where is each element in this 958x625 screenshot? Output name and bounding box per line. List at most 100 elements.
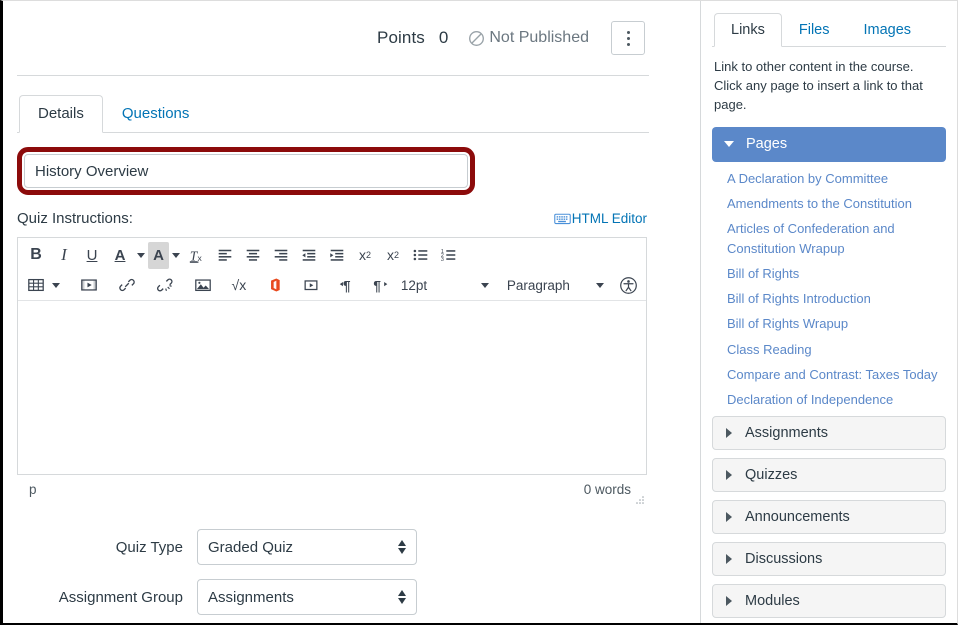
page-link[interactable]: Compare and Contrast: Taxes Today — [727, 365, 944, 385]
chevron-down-icon — [480, 282, 489, 288]
page-link[interactable]: Class Reading — [727, 340, 944, 360]
accordion-label: Assignments — [745, 424, 829, 441]
sidebar-accordion: Assignments Quizzes Announcements Discus… — [712, 415, 946, 625]
text-color-caret-icon[interactable] — [134, 242, 148, 269]
superscript-icon[interactable]: x2 — [351, 242, 379, 269]
clear-formatting-icon[interactable]: Tx — [183, 242, 211, 269]
quiz-title-input[interactable] — [24, 154, 468, 188]
quiz-edit-page: Points 0 Not Published Details Questions — [0, 0, 958, 625]
page-link[interactable]: Bill of Rights Wrapup — [727, 314, 944, 334]
tab-questions[interactable]: Questions — [103, 95, 209, 133]
highlight-color-icon[interactable]: A — [148, 241, 169, 269]
link-icon[interactable] — [113, 272, 141, 299]
assignment-group-label: Assignment Group — [58, 588, 183, 606]
quiz-type-select[interactable]: Graded Quiz — [197, 529, 417, 565]
page-link[interactable]: Amendments to the Constitution — [727, 194, 944, 214]
form-row-assignment-group: Assignment Group Assignments — [17, 579, 649, 615]
sidebar-tab-links[interactable]: Links — [714, 13, 782, 47]
kebab-dot — [626, 36, 630, 40]
kebab-dot — [626, 30, 630, 34]
chevron-right-icon — [726, 553, 732, 564]
quiz-settings-form: Quiz Type Graded Quiz Assignment Group A… — [17, 529, 649, 615]
publish-status: Not Published — [468, 29, 589, 47]
quiz-instructions-row: Quiz Instructions: HTML Editor — [17, 207, 649, 229]
bold-icon[interactable]: B — [22, 242, 50, 269]
keyboard-icon — [553, 212, 571, 225]
page-link[interactable]: Declaration of Independence — [727, 390, 944, 410]
media-icon[interactable] — [75, 272, 103, 299]
quiz-instructions-label: Quiz Instructions: — [17, 209, 133, 227]
page-link[interactable]: Bill of Rights — [727, 264, 944, 284]
editor-element-path: p — [29, 481, 37, 497]
accessibility-checker-icon[interactable] — [614, 272, 642, 299]
accordion-item-modules[interactable]: Modules — [712, 583, 946, 618]
accordion-label: Modules — [745, 592, 800, 609]
accordion-label: Discussions — [745, 550, 823, 567]
accordion-label: Quizzes — [745, 466, 798, 483]
accordion-item-announcements[interactable]: Announcements — [712, 499, 946, 534]
points-label: Points — [377, 28, 425, 47]
svg-text:¶: ¶ — [343, 278, 351, 293]
accordion-item-quizzes[interactable]: Quizzes — [712, 457, 946, 492]
html-editor-label: HTML Editor — [571, 210, 647, 226]
image-icon[interactable] — [189, 272, 217, 299]
page-link[interactable]: Bill of Rights Introduction — [727, 289, 944, 309]
align-center-icon[interactable] — [239, 242, 267, 269]
publish-status-label: Not Published — [489, 29, 589, 46]
ltr-direction-icon[interactable]: ¶ — [333, 272, 361, 299]
embed-video-icon[interactable] — [297, 272, 325, 299]
accordion-label: Announcements — [745, 508, 850, 525]
pages-group-label: Pages — [746, 136, 788, 153]
resize-grip-icon[interactable] — [634, 494, 645, 505]
pages-group-header[interactable]: Pages — [712, 126, 946, 162]
svg-text:3: 3 — [441, 257, 444, 263]
chevron-down-icon — [596, 282, 604, 288]
text-color-icon[interactable]: A — [106, 242, 134, 269]
font-size-value: 12pt — [400, 277, 428, 293]
editor-status-bar: p 0 words — [17, 475, 647, 505]
sidebar-description: Link to other content in the course. Cli… — [714, 59, 923, 112]
tab-details[interactable]: Details — [19, 95, 103, 133]
font-size-select[interactable]: 12pt — [395, 272, 495, 299]
underline-icon[interactable]: U — [78, 242, 106, 269]
quiz-type-value: Graded Quiz — [208, 538, 294, 556]
content-links-sidebar: Links Files Images Link to other content… — [700, 1, 957, 623]
page-link[interactable]: A Declaration by Committee — [727, 169, 944, 189]
chevron-down-icon — [724, 141, 734, 148]
highlight-color-caret-icon[interactable] — [169, 242, 183, 269]
table-icon[interactable] — [22, 272, 50, 299]
accordion-item-discussions[interactable]: Discussions — [712, 541, 946, 576]
chevron-right-icon — [726, 427, 732, 438]
spinner-arrows-icon — [398, 540, 406, 554]
unlink-icon[interactable] — [151, 272, 179, 299]
sidebar-tab-images[interactable]: Images — [846, 13, 928, 47]
kebab-dot — [626, 42, 630, 46]
main-content-column: Points 0 Not Published Details Questions — [3, 1, 663, 623]
sidebar-tab-files[interactable]: Files — [782, 13, 847, 47]
math-equation-icon[interactable]: √x — [225, 272, 253, 299]
assignment-group-select[interactable]: Assignments — [197, 579, 417, 615]
subscript-icon[interactable]: x2 — [379, 242, 407, 269]
paragraph-format-select[interactable]: Paragraph — [501, 272, 610, 299]
align-left-icon[interactable] — [211, 242, 239, 269]
office365-icon[interactable] — [261, 272, 289, 299]
indent-icon[interactable] — [323, 242, 351, 269]
editor-toolbar-row-2: √x ¶ ¶ 12pt Paragraph — [18, 270, 646, 300]
title-field-highlight — [17, 147, 475, 195]
kebab-menu-icon[interactable] — [611, 21, 645, 55]
editor-content-area[interactable] — [18, 300, 646, 474]
chevron-right-icon — [726, 595, 732, 606]
align-right-icon[interactable] — [267, 242, 295, 269]
quiz-header-bar: Points 0 Not Published — [17, 1, 649, 75]
numbered-list-icon[interactable]: 123 — [435, 242, 463, 269]
bulleted-list-icon[interactable] — [407, 242, 435, 269]
page-link[interactable]: Articles of Confederation and Constituti… — [727, 219, 944, 259]
form-row-quiz-type: Quiz Type Graded Quiz — [17, 529, 649, 565]
accordion-item-assignments[interactable]: Assignments — [712, 415, 946, 450]
italic-icon[interactable]: I — [50, 242, 78, 269]
rtl-direction-icon[interactable]: ¶ — [367, 272, 395, 299]
table-caret-icon[interactable] — [50, 272, 63, 299]
outdent-icon[interactable] — [295, 242, 323, 269]
html-editor-toggle[interactable]: HTML Editor — [553, 210, 649, 226]
chevron-right-icon — [726, 511, 732, 522]
